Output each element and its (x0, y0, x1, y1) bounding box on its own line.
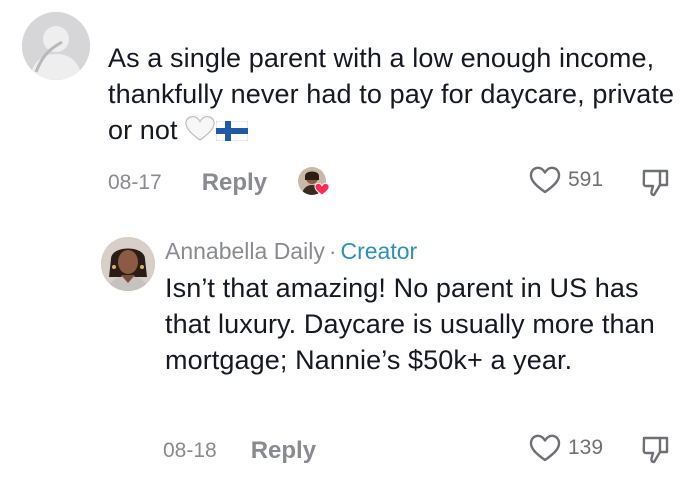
comment-meta: 08-18 Reply (163, 431, 683, 471)
default-avatar-icon (22, 12, 90, 80)
thumbs-down-icon (642, 169, 669, 197)
heart-outline-icon (529, 166, 561, 194)
finland-flag-emoji-icon (215, 114, 249, 150)
red-heart-icon (314, 182, 330, 196)
like-count: 591 (568, 168, 604, 191)
dislike-button[interactable] (640, 167, 672, 204)
heart-outline-icon (529, 434, 561, 462)
dislike-button[interactable] (640, 434, 672, 471)
creator-avatar[interactable] (101, 237, 155, 291)
comment-date: 08-17 (108, 171, 162, 194)
comment-text: As a single parent with a low enough inc… (108, 40, 678, 150)
thumbs-down-icon (642, 436, 669, 464)
creator-avatar-icon (101, 237, 155, 291)
comment-text: Isn’t that amazing! No parent in US has … (165, 273, 655, 375)
like-count: 139 (568, 436, 604, 459)
author-line: Annabella Daily · Creator (165, 236, 417, 266)
default-avatar[interactable] (22, 12, 90, 80)
reply-button[interactable]: Reply (202, 169, 267, 197)
author-separator: · (328, 238, 337, 264)
comment-date: 08-18 (163, 439, 217, 462)
author-name[interactable]: Annabella Daily (165, 236, 325, 266)
comment: As a single parent with a low enough inc… (0, 0, 700, 230)
creator-badge: Creator (340, 238, 418, 264)
like-button[interactable]: 591 (528, 165, 603, 195)
like-button[interactable]: 139 (528, 433, 603, 463)
creator-liked-badge (297, 166, 331, 200)
reply-comment: Annabella Daily · Creator Isn’t that ama… (0, 230, 700, 485)
reply-button[interactable]: Reply (251, 437, 316, 465)
white-heart-emoji-icon (184, 114, 216, 150)
